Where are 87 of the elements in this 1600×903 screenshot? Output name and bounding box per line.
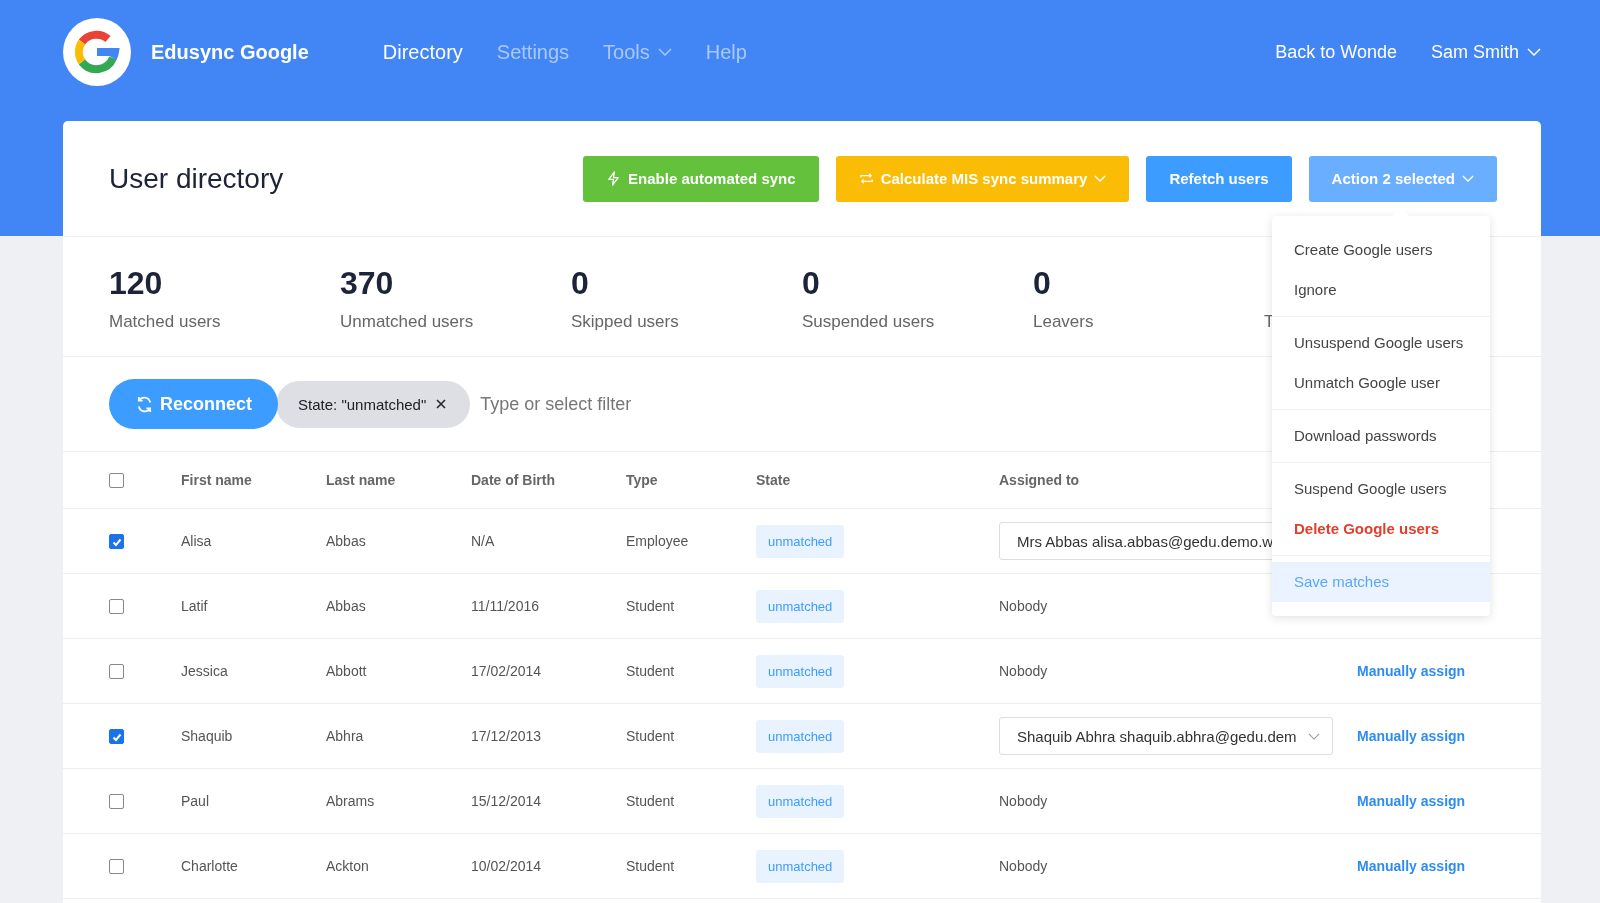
lightning-icon <box>606 171 622 186</box>
nav-link[interactable]: Settings <box>496 40 570 64</box>
table-cell: Charlotte <box>181 858 238 874</box>
column-header: Last name <box>326 472 396 488</box>
state-badge: unmatched <box>756 655 845 688</box>
table-cell: Abbas <box>326 598 366 614</box>
header-link[interactable]: Back to Wonde <box>1275 41 1397 63</box>
table-cell: Student <box>626 858 675 874</box>
table-cell: Nobody <box>999 598 1048 614</box>
action-button[interactable]: Refetch users <box>1146 155 1292 202</box>
state-badge: unmatched <box>756 590 845 623</box>
table-cell: Jessica <box>181 663 228 679</box>
row-checkbox[interactable] <box>109 664 124 680</box>
table-cell: N/A <box>471 533 495 549</box>
column-header: State <box>756 472 791 488</box>
table-cell: 10/02/2014 <box>471 858 542 874</box>
table-cell: 15/12/2014 <box>471 793 542 809</box>
table-cell: Student <box>626 598 675 614</box>
table-cell: Nobody <box>999 663 1048 679</box>
state-badge: unmatched <box>756 525 845 558</box>
table-cell: Abbott <box>326 663 367 679</box>
table-cell: Student <box>626 793 675 809</box>
column-header: Type <box>626 472 658 488</box>
action-button[interactable]: Action 2 selected <box>1308 155 1497 202</box>
row-checkbox[interactable] <box>109 859 124 875</box>
assign-select[interactable]: Shaquib Abhra shaquib.abhra@gedu.dem <box>999 717 1333 755</box>
manually-assign-link[interactable]: Manually assign <box>1357 858 1466 874</box>
state-badge: unmatched <box>756 785 845 818</box>
column-header: Assigned to <box>999 472 1080 488</box>
table-cell: Paul <box>181 793 210 809</box>
table-cell: 11/11/2016 <box>471 598 539 614</box>
page-title: User directory <box>109 162 284 195</box>
manually-assign-link[interactable]: Manually assign <box>1357 728 1466 744</box>
google-logo-icon <box>63 18 131 86</box>
state-badge: unmatched <box>756 850 845 883</box>
stat-value: 0 <box>1033 265 1051 302</box>
nav-link[interactable]: Help <box>705 40 747 64</box>
menu-item[interactable]: Unsuspend Google users <box>1272 323 1490 363</box>
table-cell: Employee <box>626 533 689 549</box>
manually-assign-link[interactable]: Manually assign <box>1357 793 1466 809</box>
close-icon[interactable] <box>436 399 447 409</box>
manually-assign-link[interactable]: Manually assign <box>1357 663 1466 679</box>
table-cell: Latif <box>181 598 208 614</box>
repeat-icon <box>858 171 874 186</box>
table-cell: Abhra <box>326 728 364 744</box>
menu-item[interactable]: Create Google users <box>1272 230 1490 270</box>
menu-item[interactable]: Suspend Google users <box>1272 469 1490 509</box>
table-cell: Student <box>626 663 675 679</box>
stat-label: Matched users <box>109 312 221 332</box>
table-cell: Abrams <box>326 793 375 809</box>
table-cell: 17/02/2014 <box>471 663 542 679</box>
table-cell: Ackton <box>326 858 369 874</box>
stat-value: 0 <box>571 265 589 302</box>
column-header: Date of Birth <box>471 472 555 488</box>
table-cell: Nobody <box>999 793 1048 809</box>
menu-item[interactable]: Download passwords <box>1272 416 1490 456</box>
stat-label: Unmatched users <box>340 312 474 332</box>
app-name: Edusync Google <box>151 40 309 64</box>
action-button[interactable]: Enable automated sync <box>583 155 819 202</box>
reconnect-button[interactable]: Reconnect <box>109 379 279 429</box>
column-header: First name <box>181 472 252 488</box>
row-checkbox[interactable] <box>109 599 124 615</box>
table-cell: Nobody <box>999 858 1048 874</box>
nav-link[interactable]: Directory <box>382 40 463 64</box>
filter-chip[interactable]: State: "unmatched" <box>276 380 471 428</box>
stat-label: Skipped users <box>571 312 679 332</box>
stat-label: Suspended users <box>802 312 935 332</box>
refresh-icon <box>135 394 154 414</box>
table-cell: Student <box>626 728 675 744</box>
nav-link[interactable]: Tools <box>603 40 672 64</box>
stat-value: 120 <box>109 265 163 302</box>
table-cell: 17/12/2013 <box>471 728 542 744</box>
table-cell: Shaquib <box>181 728 233 744</box>
select-all-checkbox[interactable] <box>109 473 124 489</box>
stat-value: 370 <box>340 265 394 302</box>
header-link[interactable]: Sam Smith <box>1430 41 1541 63</box>
table-cell: Alisa <box>181 533 212 549</box>
state-badge: unmatched <box>756 720 845 753</box>
stat-label: Leavers <box>1033 312 1094 332</box>
menu-item[interactable]: Save matches <box>1272 562 1490 602</box>
menu-item[interactable]: Unmatch Google user <box>1272 363 1490 403</box>
menu-item[interactable]: Ignore <box>1272 270 1490 310</box>
row-checkbox[interactable] <box>109 794 124 810</box>
row-checkbox[interactable] <box>109 534 124 550</box>
table-cell: Abbas <box>326 533 366 549</box>
stat-value: 0 <box>802 265 820 302</box>
row-checkbox[interactable] <box>109 729 124 745</box>
